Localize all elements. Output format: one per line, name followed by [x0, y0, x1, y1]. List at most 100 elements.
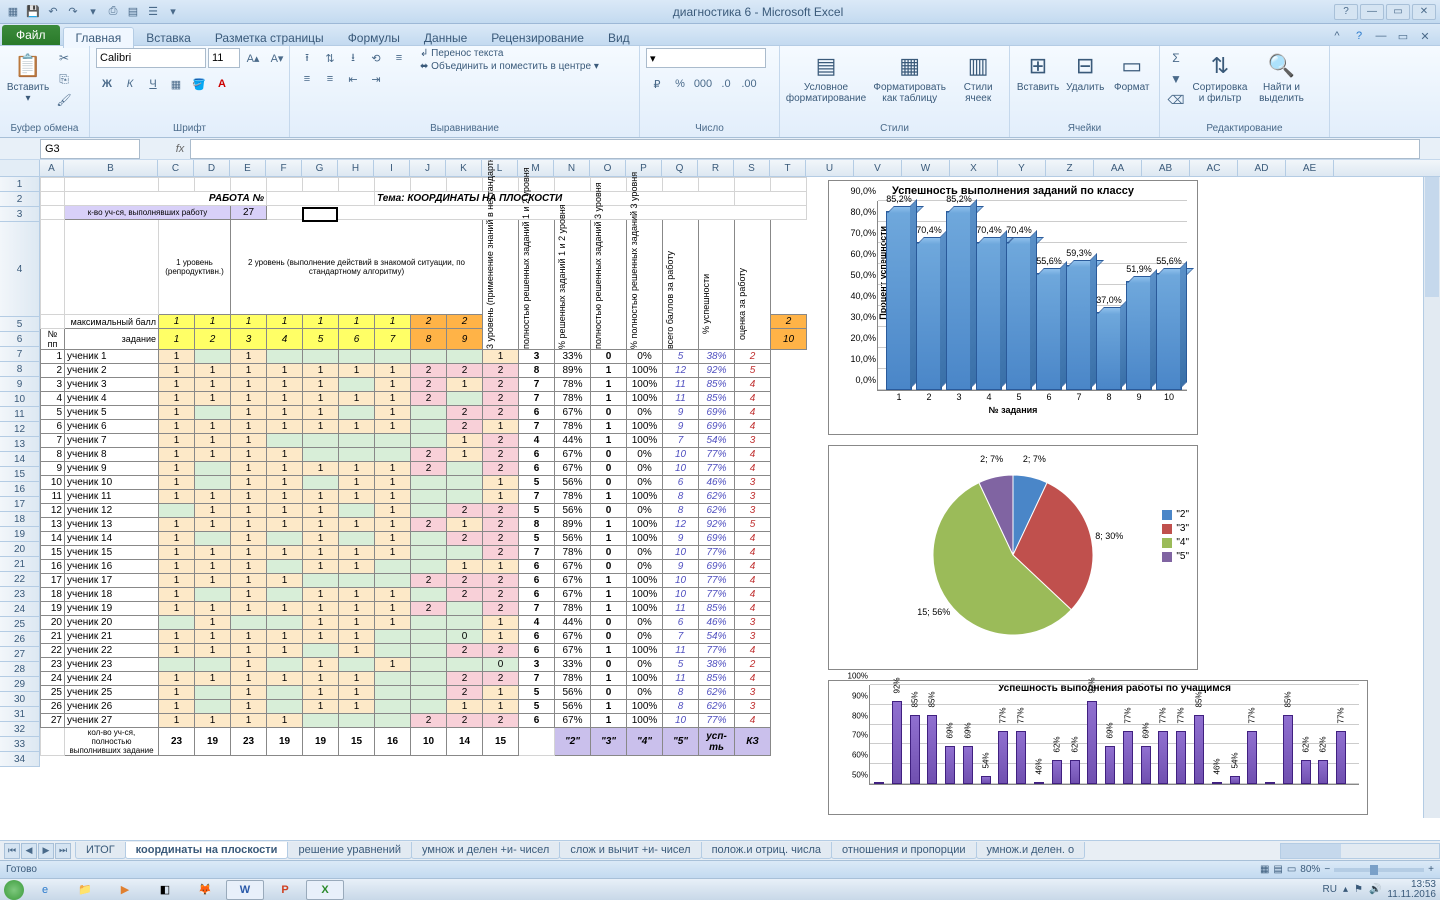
column-header[interactable]: K — [446, 160, 482, 176]
bold-icon[interactable]: Ж — [96, 74, 118, 94]
row-header[interactable]: 2 — [0, 192, 39, 207]
media-icon[interactable]: ▶ — [106, 880, 144, 900]
grid[interactable]: ABCDEFGHIJKLMNOPQRSTUVWXYZAAABACADAE 123… — [0, 160, 1440, 818]
copy-icon[interactable]: ⎘ — [54, 69, 74, 89]
column-header[interactable]: B — [64, 160, 158, 176]
row-header[interactable]: 14 — [0, 452, 39, 467]
format-painter-icon[interactable]: 🖌 — [54, 90, 74, 110]
shrink-font-icon[interactable]: A▾ — [266, 48, 288, 68]
font-color-icon[interactable]: A — [211, 74, 233, 94]
column-header[interactable]: O — [590, 160, 626, 176]
sheet-tab[interactable]: ИТОГ — [75, 842, 126, 859]
format-table-button[interactable]: ▦Форматировать как таблицу — [870, 48, 949, 106]
paste-button[interactable]: 📋Вставить▾ — [6, 48, 50, 106]
sheet-tab[interactable]: умнож.и делен. о — [976, 842, 1086, 859]
percent-icon[interactable]: % — [669, 74, 691, 94]
sheet-tab[interactable]: отношения и пропорции — [831, 842, 976, 859]
row-header[interactable]: 13 — [0, 437, 39, 452]
column-header[interactable]: F — [266, 160, 302, 176]
format-button[interactable]: ▭Формат — [1111, 48, 1154, 95]
column-header[interactable]: AD — [1238, 160, 1286, 176]
sheet-nav-last[interactable]: ⏭ — [55, 843, 71, 859]
dec-dec-icon[interactable]: .00 — [738, 74, 760, 94]
column-header[interactable]: Z — [1046, 160, 1094, 176]
qat-icon[interactable]: ▤ — [124, 3, 142, 21]
row-header[interactable]: 18 — [0, 512, 39, 527]
column-header[interactable]: N — [554, 160, 590, 176]
row-header[interactable]: 16 — [0, 482, 39, 497]
help-icon[interactable]: ? — [1350, 27, 1368, 45]
row-header[interactable]: 22 — [0, 572, 39, 587]
sheet-tab[interactable]: слож и вычит +и- чисел — [559, 842, 701, 859]
align-bot-icon[interactable]: ⭳ — [342, 48, 364, 68]
column-header[interactable]: AC — [1190, 160, 1238, 176]
ribbon-tab[interactable]: Данные — [412, 28, 479, 48]
clock[interactable]: 13:5311.11.2016 — [1387, 880, 1436, 900]
ribbon-tab[interactable]: Вставка — [134, 28, 203, 48]
column-header[interactable]: I — [374, 160, 410, 176]
fx-icon[interactable]: fx — [170, 143, 190, 155]
app-icon[interactable]: ◧ — [146, 880, 184, 900]
cell-styles-button[interactable]: ▥Стили ячеек — [953, 48, 1003, 106]
underline-icon[interactable]: Ч — [142, 74, 164, 94]
border-icon[interactable]: ▦ — [165, 74, 187, 94]
row-header[interactable]: 31 — [0, 707, 39, 722]
select-all-corner[interactable] — [0, 160, 40, 176]
row-header[interactable]: 11 — [0, 407, 39, 422]
redo-icon[interactable]: ↷ — [64, 3, 82, 21]
ribbon-tab[interactable]: Формулы — [336, 28, 412, 48]
name-box[interactable] — [40, 139, 140, 159]
column-header[interactable]: D — [194, 160, 230, 176]
column-header[interactable]: G — [302, 160, 338, 176]
merge-button[interactable]: ⬌ Объединить и поместить в центре ▾ — [420, 61, 599, 72]
qat-icon[interactable]: ▾ — [84, 3, 102, 21]
sheet-tab[interactable]: решение уравнений — [287, 842, 412, 859]
row-header[interactable]: 30 — [0, 692, 39, 707]
horizontal-scrollbar[interactable] — [1280, 843, 1440, 859]
formula-input[interactable] — [190, 139, 1420, 159]
qat-icon[interactable]: ⎙ — [104, 3, 122, 21]
column-header[interactable]: V — [854, 160, 902, 176]
maximize-icon[interactable]: ▭ — [1386, 4, 1410, 20]
column-header[interactable]: H — [338, 160, 374, 176]
column-header[interactable]: T — [770, 160, 806, 176]
row-header[interactable]: 24 — [0, 602, 39, 617]
start-button[interactable] — [4, 880, 24, 900]
column-header[interactable]: AA — [1094, 160, 1142, 176]
row-header[interactable]: 9 — [0, 377, 39, 392]
indent-inc-icon[interactable]: ⇥ — [365, 69, 387, 89]
row-header[interactable]: 7 — [0, 347, 39, 362]
indent-dec-icon[interactable]: ⇤ — [342, 69, 364, 89]
word-icon[interactable]: W — [226, 880, 264, 900]
sheet-nav-first[interactable]: ⏮ — [4, 843, 20, 859]
explorer-icon[interactable]: 📁 — [66, 880, 104, 900]
qat-icon[interactable]: ▾ — [164, 3, 182, 21]
zoom-in-icon[interactable]: + — [1428, 864, 1434, 875]
column-header[interactable]: R — [698, 160, 734, 176]
align-mid-icon[interactable]: ⇅ — [319, 48, 341, 68]
row-header[interactable]: 5 — [0, 317, 39, 332]
view-break-icon[interactable]: ▭ — [1287, 864, 1296, 875]
row-header[interactable]: 17 — [0, 497, 39, 512]
lang-indicator[interactable]: RU — [1323, 884, 1337, 895]
ribbon-tab[interactable]: Рецензирование — [479, 28, 596, 48]
undo-icon[interactable]: ↶ — [44, 3, 62, 21]
row-header[interactable]: 3 — [0, 207, 39, 222]
column-header[interactable]: U — [806, 160, 854, 176]
align-right-icon[interactable]: ≡ — [319, 69, 341, 89]
tray-icon[interactable]: ▴ — [1343, 884, 1348, 895]
row-header[interactable]: 4 — [0, 222, 39, 317]
view-normal-icon[interactable]: ▦ — [1260, 864, 1269, 875]
column-header[interactable]: A — [40, 160, 64, 176]
row-header[interactable]: 15 — [0, 467, 39, 482]
number-format-combo[interactable]: ▾ — [646, 48, 766, 68]
align-left-icon[interactable]: ≡ — [388, 48, 410, 68]
chart-bar[interactable]: Успешность выполнения заданий по классу … — [828, 180, 1198, 435]
delete-button[interactable]: ⊟Удалить — [1064, 48, 1107, 95]
orient-icon[interactable]: ⟲ — [365, 48, 387, 68]
chart-pie[interactable]: 2; 7%8; 30%15; 56%2; 7% "2""3""4""5" — [828, 445, 1198, 670]
row-header[interactable]: 27 — [0, 647, 39, 662]
win-close-icon[interactable]: ✕ — [1416, 27, 1434, 45]
excel-icon[interactable]: X — [306, 880, 344, 900]
zoom-out-icon[interactable]: − — [1324, 864, 1330, 875]
